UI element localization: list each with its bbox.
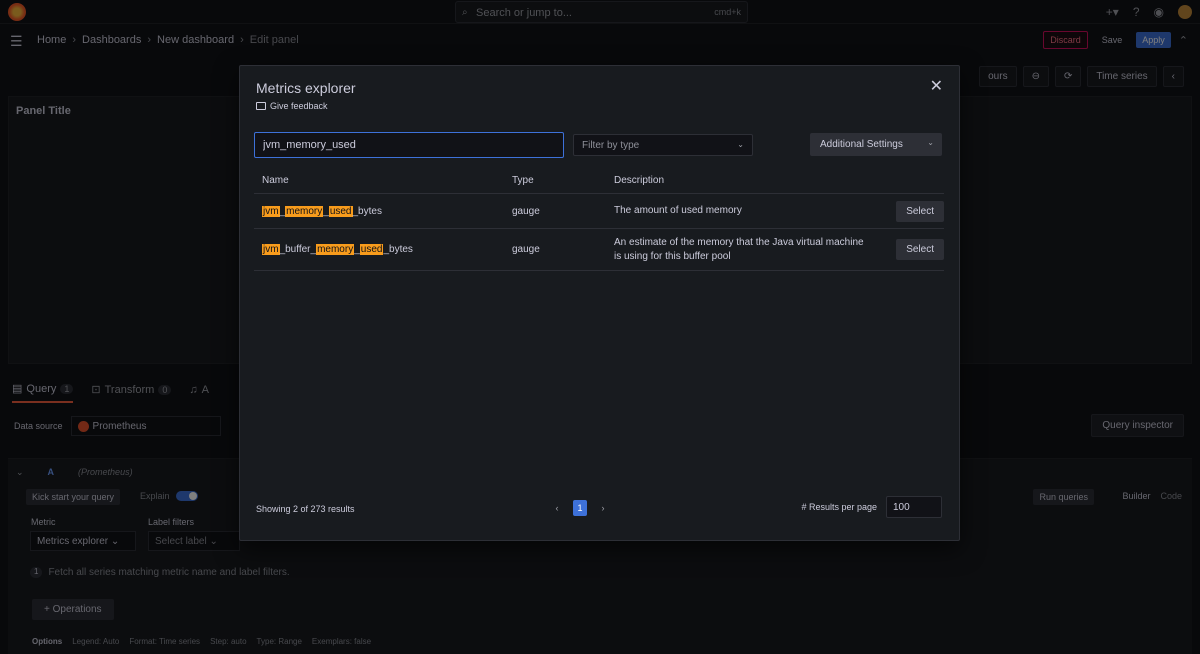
results-per-page-input[interactable] xyxy=(886,496,942,518)
feedback-label: Give feedback xyxy=(270,101,328,111)
metrics-explorer-modal: Metrics explorer Give feedback ✕ Filter … xyxy=(239,65,960,541)
close-icon[interactable]: ✕ xyxy=(930,76,943,96)
column-type: Type xyxy=(512,175,534,186)
name-segment: _ xyxy=(354,244,360,255)
modal-title: Metrics explorer xyxy=(256,80,356,96)
column-description: Description xyxy=(614,174,665,186)
search-match-highlight: used xyxy=(359,244,384,255)
table-header: Name Type Description xyxy=(254,168,944,194)
column-name: Name xyxy=(262,175,289,186)
metric-name: jvm_memory_used_bytes xyxy=(254,205,512,217)
row-action: Select xyxy=(864,239,944,260)
results-per-page-label: # Results per page xyxy=(801,502,877,512)
metrics-table: Name Type Description jvm_memory_used_by… xyxy=(254,168,944,271)
results-summary: Showing 2 of 273 results xyxy=(256,504,355,514)
name-segment: _ xyxy=(323,205,329,217)
comment-icon xyxy=(256,102,266,110)
previous-page-icon[interactable]: ‹ xyxy=(549,500,565,516)
table-row: jvm_memory_used_bytes gauge The amount o… xyxy=(254,194,944,229)
table-row: jvm_buffer_memory_used_bytes gauge An es… xyxy=(254,229,944,271)
name-segment: _bytes xyxy=(352,205,382,217)
metric-type: gauge xyxy=(512,244,540,255)
metric-search-input[interactable] xyxy=(254,132,564,158)
row-action: Select xyxy=(864,200,944,222)
additional-settings-button[interactable]: Additional Settings ⌄ xyxy=(810,133,942,156)
metric-description: The amount of used memory xyxy=(614,205,742,216)
select-button[interactable]: Select xyxy=(896,239,944,260)
search-match-highlight: used xyxy=(328,205,353,217)
name-segment: _bytes xyxy=(383,244,413,255)
chevron-down-icon: ⌄ xyxy=(927,138,934,147)
filter-by-type-select[interactable]: Filter by type ⌄ xyxy=(573,134,753,156)
search-match-highlight: memory xyxy=(285,205,324,217)
current-page[interactable]: 1 xyxy=(573,500,587,516)
additional-settings-label: Additional Settings xyxy=(820,139,903,150)
filter-placeholder: Filter by type xyxy=(582,140,640,151)
search-match-highlight: jvm xyxy=(262,244,280,255)
metric-description: An estimate of the memory that the Java … xyxy=(614,236,864,262)
give-feedback-link[interactable]: Give feedback xyxy=(256,101,328,111)
name-segment: _buffer_ xyxy=(279,244,317,255)
select-button[interactable]: Select xyxy=(896,200,944,222)
next-page-icon[interactable]: › xyxy=(595,500,611,516)
search-match-highlight: jvm xyxy=(262,205,280,217)
pagination: ‹ 1 › xyxy=(549,500,611,516)
metric-type: gauge xyxy=(512,205,540,217)
search-match-highlight: memory xyxy=(316,244,355,255)
metric-name: jvm_buffer_memory_used_bytes xyxy=(254,244,512,255)
chevron-down-icon: ⌄ xyxy=(737,140,744,149)
